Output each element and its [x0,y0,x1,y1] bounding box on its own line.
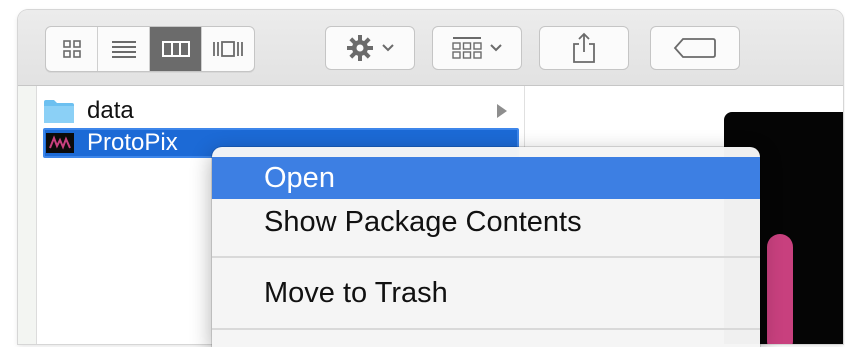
menu-separator [212,256,760,258]
tag-icon [673,38,716,58]
column-view-button[interactable] [150,27,202,71]
item-label: data [87,97,134,124]
toolbar [18,10,843,86]
app-icon [46,133,74,153]
action-menu-button[interactable] [325,26,415,70]
icon-view-button[interactable] [46,27,98,71]
menu-item-show-package-contents[interactable]: Show Package Contents [212,201,760,243]
share-icon [573,32,595,63]
menu-item-move-to-trash[interactable]: Move to Trash [212,272,760,314]
gallery-view-button[interactable] [202,27,254,71]
gear-icon [347,35,373,61]
sidebar-edge [18,86,37,344]
menu-item-label: Open [264,161,335,194]
arrange-button[interactable] [432,26,522,70]
menu-item-label: Move to Trash [264,276,448,309]
menu-item-open[interactable]: Open [212,157,760,199]
arrange-grid-icon [452,37,482,59]
cover-flow-icon [213,41,243,57]
chevron-down-icon [382,44,394,52]
folder-icon [44,100,74,123]
share-button[interactable] [539,26,629,70]
item-label: ProtoPix [87,129,178,156]
list-icon [111,41,136,58]
columns-icon [161,41,190,57]
tags-button[interactable] [650,26,740,70]
preview-graphic [767,234,793,344]
context-menu: Open Show Package Contents Move to Trash [212,147,760,347]
list-view-button[interactable] [98,27,150,71]
grid-icon [62,40,81,58]
view-mode-segmented-control [45,26,255,72]
list-item-folder[interactable]: data [43,96,519,126]
menu-item-label: Show Package Contents [264,205,582,238]
menu-separator [212,328,760,330]
disclosure-arrow-icon [497,104,507,118]
chevron-down-icon [490,44,502,52]
